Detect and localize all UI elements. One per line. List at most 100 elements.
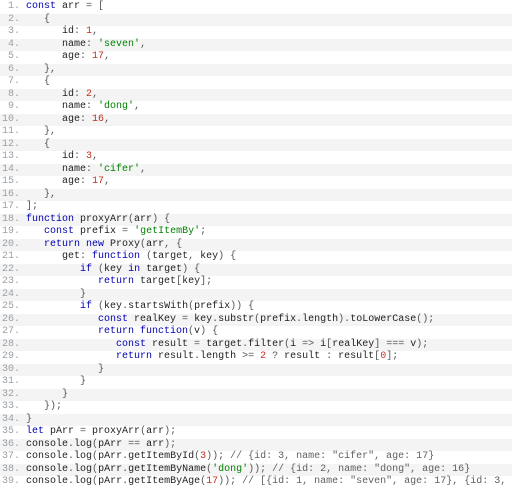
token-id: pArr: [98, 451, 122, 462]
token-dot: ,: [104, 51, 110, 62]
token-dot: );: [164, 439, 176, 450]
code-line: console.log(pArr == arr);: [0, 439, 512, 452]
token-dot: }: [80, 289, 86, 300]
token-str: 'cifer': [98, 164, 140, 175]
token-dot: ,: [140, 164, 146, 175]
code-line: function proxyArr(arr) {: [0, 214, 512, 227]
indent-whitespace: [26, 289, 80, 300]
token-kw: return function: [98, 326, 188, 337]
code-line: id: 1,: [0, 26, 512, 39]
token-id: i: [290, 339, 302, 350]
token-kw: const: [98, 314, 128, 325]
token-id: startsWith: [128, 301, 188, 312]
token-dot: :: [74, 26, 86, 37]
token-kw: const: [26, 1, 56, 12]
token-id: console: [26, 451, 68, 462]
token-id: result: [338, 351, 374, 362]
token-dot: :: [86, 39, 98, 50]
token-num: 17: [206, 476, 218, 487]
token-dot: ];: [386, 351, 398, 362]
token-dot: , {: [164, 239, 182, 250]
token-kw: if: [80, 301, 92, 312]
indent-whitespace: [26, 39, 62, 50]
token-str: 'seven': [98, 39, 140, 50]
code-line: }: [0, 376, 512, 389]
token-id: arr: [146, 439, 164, 450]
token-id: pArr: [98, 464, 122, 475]
code-line: return new Proxy(arr, {: [0, 239, 512, 252]
indent-whitespace: [26, 276, 98, 287]
token-dot: = [: [86, 1, 104, 12]
code-line: {: [0, 14, 512, 27]
token-num: 17: [92, 51, 104, 62]
token-id: pArr: [44, 426, 80, 437]
token-kw: if: [80, 264, 92, 275]
token-dot: (: [92, 264, 104, 275]
token-dot: ] ===: [374, 339, 410, 350]
token-id: realKey: [332, 339, 374, 350]
token-id: id: [62, 89, 74, 100]
indent-whitespace: [26, 114, 62, 125]
code-line: }: [0, 389, 512, 402]
token-dot: :: [74, 151, 86, 162]
token-id: key: [104, 301, 122, 312]
token-dot: }: [26, 414, 32, 425]
token-id: getItemById: [128, 451, 194, 462]
code-line: const result = target.filter(i => i[real…: [0, 339, 512, 352]
token-dot: }: [62, 389, 68, 400]
token-dot: )) {: [230, 301, 254, 312]
indent-whitespace: [26, 401, 44, 412]
token-dot: },: [44, 64, 56, 75]
token-kw: function: [26, 214, 74, 225]
indent-whitespace: [26, 176, 62, 187]
token-id: result: [152, 351, 194, 362]
code-line: },: [0, 126, 512, 139]
code-line: return target[key];: [0, 276, 512, 289]
token-cmt: // {id: 3, name: "cifer", age: 17}: [230, 451, 434, 462]
token-id: log: [74, 439, 92, 450]
indent-whitespace: [26, 326, 98, 337]
token-dot: {: [44, 14, 50, 25]
token-id: log: [74, 451, 92, 462]
token-dot: ) {: [182, 264, 200, 275]
token-dot: =>: [302, 339, 320, 350]
token-dot: >=: [242, 351, 260, 362]
token-id: arr: [146, 426, 164, 437]
token-kw: let: [26, 426, 44, 437]
indent-whitespace: [26, 189, 44, 200]
token-kw: return: [116, 351, 152, 362]
code-listing: const arr = [ { id: 1, name: 'seven', ag…: [0, 1, 512, 489]
token-dot: {: [44, 139, 50, 150]
token-id: target: [206, 339, 242, 350]
token-id: substr: [218, 314, 254, 325]
code-line: console.log(pArr.getItemByAge(17)); // […: [0, 476, 512, 489]
token-id: proxyArr: [92, 426, 140, 437]
token-dot: ));: [248, 464, 272, 475]
code-line: {: [0, 76, 512, 89]
token-id: name: [62, 39, 86, 50]
token-id: id: [62, 151, 74, 162]
token-id: key: [182, 276, 200, 287]
token-dot: :: [74, 89, 86, 100]
token-dot: {: [44, 76, 50, 87]
token-dot: ,: [104, 176, 110, 187]
token-id: proxyArr: [74, 214, 128, 225]
indent-whitespace: [26, 14, 44, 25]
code-line: const realKey = key.substr(prefix.length…: [0, 314, 512, 327]
indent-whitespace: [26, 239, 44, 250]
indent-whitespace: [26, 339, 116, 350]
code-line: return function(v) {: [0, 326, 512, 339]
token-kw: return: [98, 276, 134, 287]
token-id: arr: [134, 214, 152, 225]
indent-whitespace: [26, 64, 44, 75]
token-dot: ;: [200, 226, 206, 237]
token-kw: function: [92, 251, 140, 262]
token-dot: ) {: [200, 326, 218, 337]
token-dot: });: [44, 401, 62, 412]
token-id: getItemByName: [128, 464, 206, 475]
indent-whitespace: [26, 151, 62, 162]
token-dot: ).: [338, 314, 350, 325]
code-line: const arr = [: [0, 1, 512, 14]
code-line: ];: [0, 201, 512, 214]
code-line: console.log(pArr.getItemByName('dong'));…: [0, 464, 512, 477]
